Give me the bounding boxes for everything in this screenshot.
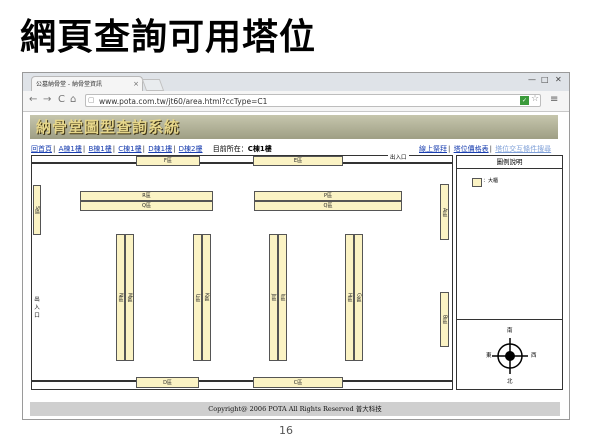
zone-b[interactable]: B區 — [440, 292, 449, 347]
zone-c[interactable]: C區 — [253, 377, 343, 388]
floor-plan-map: 出入口 出入口 F區 E區 R區 Q區 P區 Q區 S區 A區 B區 N區 M區… — [31, 154, 453, 390]
tab-bar: 公墓納骨堂 - 納骨堂資訊 × — □ ✕ — [23, 73, 569, 91]
link-online-worship[interactable]: 線上祭拜 — [419, 145, 447, 153]
nav-link-d2[interactable]: D棟2樓 — [179, 145, 203, 153]
home-icon[interactable]: ⌂ — [70, 94, 76, 105]
nav-link-home[interactable]: 回首頁 — [31, 145, 52, 153]
zone-n[interactable]: N區 — [116, 234, 125, 361]
close-window-icon[interactable]: ✕ — [555, 75, 562, 84]
zone-k[interactable]: K區 — [202, 234, 211, 361]
bookmark-star-icon[interactable]: ☆ — [531, 94, 539, 104]
page-number: 16 — [279, 424, 293, 437]
right-links: 線上祭拜| 塔位價格表| 塔位交互條件搜尋 — [419, 145, 552, 153]
page-icon: ▢ — [88, 96, 95, 104]
zone-e[interactable]: E區 — [253, 156, 343, 166]
current-location: 目前所在：C棟1樓 — [212, 145, 272, 153]
reload-icon[interactable]: C — [58, 94, 65, 105]
zone-q-left[interactable]: Q區 — [80, 201, 213, 211]
shield-icon[interactable]: ✓ — [520, 96, 529, 105]
browser-toolbar: ← → C ⌂ www.pota.com.tw/jt60/area.html?c… — [23, 91, 569, 112]
slide-title: 網頁查詢可用塔位 — [20, 17, 317, 58]
zone-p[interactable]: P區 — [254, 191, 402, 201]
nav-link-d1[interactable]: D棟1樓 — [148, 145, 172, 153]
compass-south: 北 — [507, 379, 513, 385]
tab-close-icon[interactable]: × — [133, 77, 139, 91]
legend-title: 圖例說明 — [457, 156, 562, 169]
forward-icon[interactable]: → — [43, 94, 51, 105]
copyright-footer: Copyright@ 2006 POTA All Rights Reserved… — [30, 402, 560, 416]
exit-label-left: 出入口 — [34, 297, 40, 319]
nav-link-b1[interactable]: B棟1樓 — [88, 145, 111, 153]
browser-window: 公墓納骨堂 - 納骨堂資訊 × — □ ✕ ← → C ⌂ www.pota.c… — [22, 72, 570, 420]
exit-label-top: 出入口 — [388, 154, 409, 162]
zone-a[interactable]: A區 — [440, 184, 449, 240]
link-price-list[interactable]: 塔位價格表 — [454, 145, 489, 153]
tab-title: 公墓納骨堂 - 納骨堂資訊 — [36, 81, 102, 88]
legend-swatch — [472, 178, 482, 187]
site-title: 納骨堂圖型查詢系統 — [36, 118, 181, 136]
zone-r[interactable]: R區 — [80, 191, 213, 201]
zone-j[interactable]: J區 — [269, 234, 278, 361]
nav-link-a1[interactable]: A棟1樓 — [59, 145, 82, 153]
zone-d[interactable]: D區 — [136, 377, 199, 388]
zone-h[interactable]: H區 — [345, 234, 354, 361]
compass-west: 西 — [531, 353, 537, 359]
legend-panel: 圖例說明 ：大櫃 南 北 東 西 — [456, 155, 563, 390]
site-nav: 回首頁| A棟1樓| B棟1樓| C棟1樓| D棟1樓| D棟2樓 目前所在：C… — [31, 145, 552, 153]
zone-l[interactable]: L區 — [193, 234, 202, 361]
link-conditional-search[interactable]: 塔位交互條件搜尋 — [495, 145, 551, 153]
top-wall — [32, 162, 452, 164]
zone-s[interactable]: S區 — [33, 185, 41, 235]
legend-label: ：大櫃 — [483, 178, 499, 184]
new-tab-button[interactable] — [141, 79, 165, 91]
bottom-wall — [32, 380, 452, 382]
page-viewport: 納骨堂圖型查詢系統 回首頁| A棟1樓| B棟1樓| C棟1樓| D棟1樓| D… — [23, 112, 569, 419]
browser-tab[interactable]: 公墓納骨堂 - 納骨堂資訊 × — [31, 76, 143, 91]
address-bar[interactable]: www.pota.com.tw/jt60/area.html?ccType=C1 — [85, 94, 541, 107]
zone-i[interactable]: I區 — [278, 234, 287, 361]
menu-icon[interactable]: ≡ — [550, 94, 558, 105]
zone-m[interactable]: M區 — [125, 234, 134, 361]
back-icon[interactable]: ← — [29, 94, 37, 105]
compass-north: 南 — [507, 328, 513, 334]
zone-g[interactable]: G區 — [354, 234, 363, 361]
maximize-icon[interactable]: □ — [541, 75, 549, 84]
zone-q-right[interactable]: Q區 — [254, 201, 402, 211]
minimize-icon[interactable]: — — [528, 75, 536, 84]
compass-east: 東 — [486, 353, 492, 359]
nav-link-c1[interactable]: C棟1樓 — [118, 145, 141, 153]
compass-section: 南 北 東 西 — [457, 319, 562, 390]
zone-f[interactable]: F區 — [136, 156, 200, 166]
site-banner: 納骨堂圖型查詢系統 — [30, 115, 558, 139]
